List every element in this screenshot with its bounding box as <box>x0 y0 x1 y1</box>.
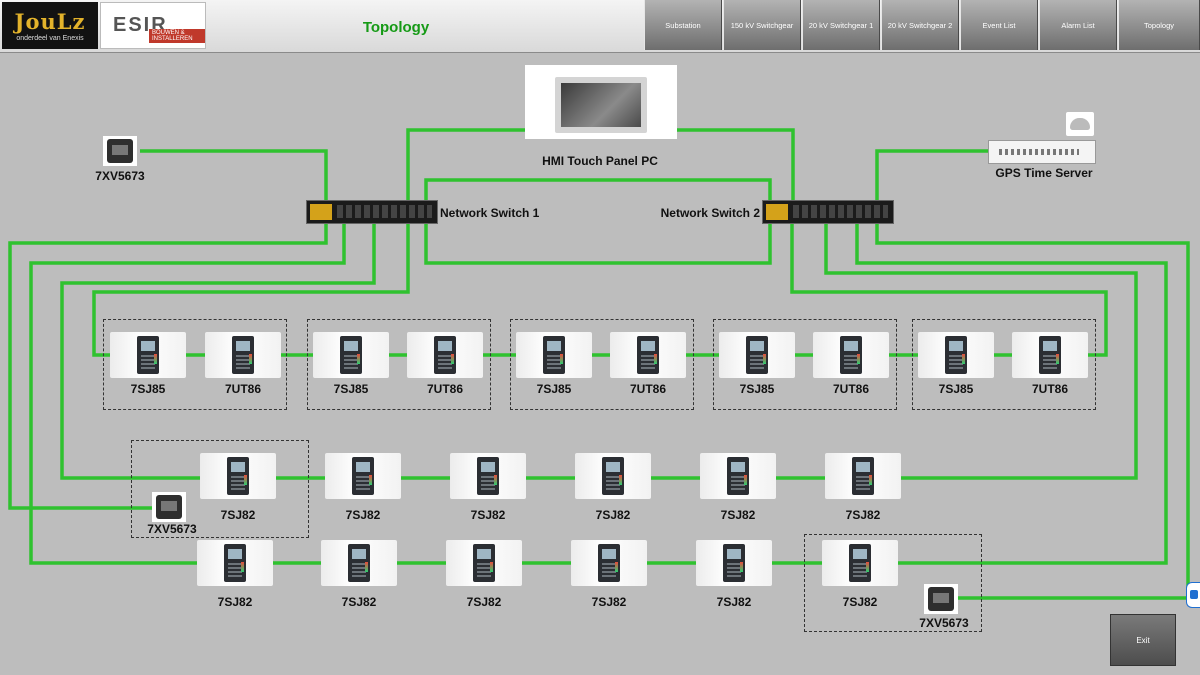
relay-device <box>110 332 186 378</box>
link-gps-to-switch2 <box>875 149 988 205</box>
relay-device <box>719 332 795 378</box>
gps-label: GPS Time Server <box>995 166 1093 180</box>
device-label: 7SJ82 <box>220 508 256 522</box>
relay-device <box>197 540 273 586</box>
device-label: 7SJ82 <box>716 595 752 609</box>
clock-bottom-label: 7XV5673 <box>919 616 969 630</box>
device-label: 7SJ82 <box>470 508 506 522</box>
device-label: 7SJ82 <box>345 508 381 522</box>
relay-device <box>571 540 647 586</box>
device-label: 7UT86 <box>629 382 667 396</box>
relay-device <box>825 453 901 499</box>
relay-device <box>696 540 772 586</box>
relay-device <box>325 453 401 499</box>
relay-device <box>450 453 526 499</box>
time-sync-device-mid <box>152 492 186 522</box>
device-label: 7SJ82 <box>466 595 502 609</box>
relay-device <box>918 332 994 378</box>
device-label: 7SJ82 <box>720 508 756 522</box>
hmi-touch-panel-image <box>525 65 677 139</box>
network-switch-1 <box>306 200 438 224</box>
device-label: 7UT86 <box>832 382 870 396</box>
relay-device <box>321 540 397 586</box>
hmi-label: HMI Touch Panel PC <box>542 154 658 168</box>
link-hmi-to-switch2 <box>677 128 795 205</box>
relay-device <box>822 540 898 586</box>
link-switch1-to-switch2 <box>424 178 772 265</box>
device-label: 7SJ82 <box>341 595 377 609</box>
device-label: 7SJ82 <box>217 595 253 609</box>
device-label: 7UT86 <box>224 382 262 396</box>
relay-device <box>610 332 686 378</box>
switch1-label: Network Switch 1 <box>440 206 540 220</box>
gps-time-server-image <box>988 112 1096 164</box>
relay-device <box>516 332 592 378</box>
relay-device <box>575 453 651 499</box>
device-label: 7SJ82 <box>845 508 881 522</box>
relay-device <box>1012 332 1088 378</box>
exit-button[interactable]: Exit <box>1110 614 1176 666</box>
side-panel-tab-icon[interactable] <box>1186 582 1200 608</box>
device-label: 7SJ82 <box>595 508 631 522</box>
device-label: 7UT86 <box>426 382 464 396</box>
clock-top-label: 7XV5673 <box>95 169 145 183</box>
network-switch-2 <box>762 200 894 224</box>
relay-device <box>446 540 522 586</box>
relay-device <box>700 453 776 499</box>
relay-device <box>313 332 389 378</box>
switch2-label: Network Switch 2 <box>660 206 760 220</box>
time-sync-device-bottom <box>924 584 958 614</box>
device-label: 7UT86 <box>1031 382 1069 396</box>
device-label: 7SJ82 <box>591 595 627 609</box>
relay-device <box>205 332 281 378</box>
relay-device <box>200 453 276 499</box>
relay-device <box>813 332 889 378</box>
time-sync-device-top <box>103 136 137 166</box>
device-label: 7SJ82 <box>842 595 878 609</box>
relay-device <box>407 332 483 378</box>
clock-mid-label: 7XV5673 <box>147 522 197 536</box>
